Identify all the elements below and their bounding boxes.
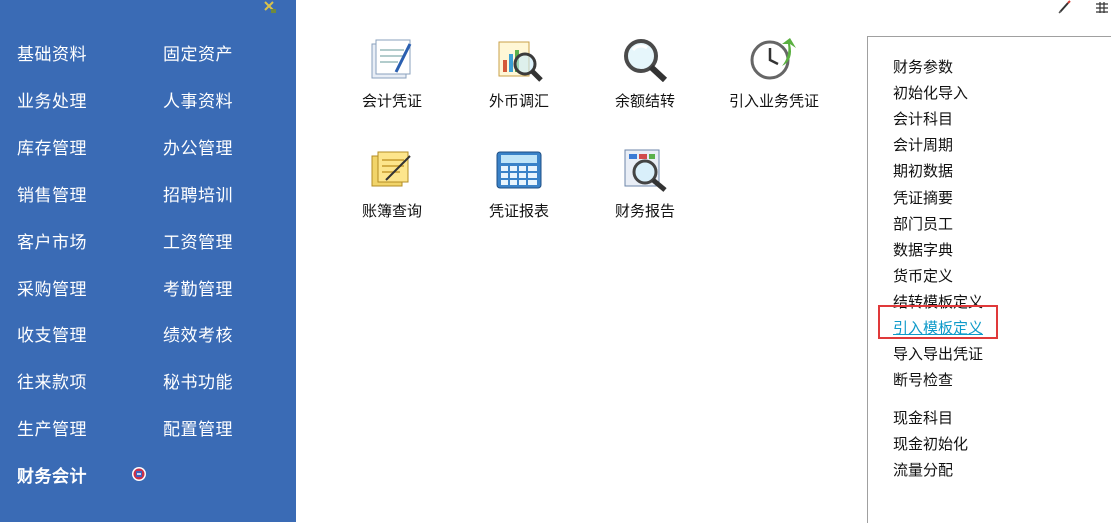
currency-search-icon (498, 41, 543, 82)
settings-link-panel: 财务参数 初始化导入 会计科目 会计周期 期初数据 凭证摘要 部门员工 数据字典 货币定义 结转模… (867, 36, 1111, 523)
ledger-icon (371, 151, 411, 187)
app-tile[interactable]: 财务报告 (585, 146, 705, 221)
highlight-box (878, 305, 998, 339)
nav-item[interactable]: 财务会计 (17, 466, 87, 488)
clock-arrow-icon (750, 38, 796, 80)
nav-item[interactable]: 工资管理 (163, 232, 233, 254)
grid-icon[interactable] (1092, 0, 1110, 14)
nav-item[interactable]: 秘书功能 (163, 372, 233, 394)
app-tile[interactable]: 外币调汇 (459, 36, 579, 111)
nav-item[interactable]: 采购管理 (17, 279, 87, 301)
nav-item[interactable]: 生产管理 (17, 419, 87, 441)
settings-link[interactable]: 部门员工 (893, 214, 953, 234)
settings-link[interactable]: 凭证摘要 (893, 188, 953, 208)
app-tile[interactable]: 会计凭证 (332, 36, 452, 111)
settings-link[interactable]: 会计周期 (893, 135, 953, 155)
cash-link[interactable]: 现金科目 (893, 408, 953, 428)
nav-item[interactable]: 销售管理 (17, 185, 87, 207)
nav-item[interactable]: 业务处理 (17, 91, 87, 113)
settings-link[interactable]: 货币定义 (893, 266, 953, 286)
nav-item[interactable]: 人事资料 (163, 91, 233, 113)
settings-link[interactable]: 财务参数 (893, 57, 953, 77)
left-nav-panel: 基础资料业务处理库存管理销售管理客户市场采购管理收支管理往来款项生产管理财务会计… (0, 0, 296, 522)
tile-label: 账簿查询 (361, 202, 422, 220)
app-tile[interactable]: 凭证报表 (459, 146, 579, 221)
magnifier-icon (624, 39, 668, 83)
app-tile[interactable]: 余额结转 (585, 36, 705, 111)
app-tile[interactable]: 引入业务凭证 (714, 36, 834, 111)
report-search-icon (624, 149, 667, 192)
nav-item[interactable]: 配置管理 (163, 419, 233, 441)
nav-item[interactable]: 库存管理 (17, 138, 87, 160)
tile-label: 财务报告 (614, 202, 675, 220)
nav-item[interactable]: 招聘培训 (163, 185, 233, 207)
collapse-icon[interactable] (131, 466, 147, 482)
settings-link[interactable]: 数据字典 (893, 240, 953, 260)
nav-item[interactable]: 基础资料 (17, 44, 87, 66)
nav-item[interactable]: 客户市场 (17, 232, 87, 254)
nav-item[interactable]: 办公管理 (163, 138, 233, 160)
settings-link[interactable]: 导入导出凭证 (893, 344, 983, 364)
nav-item[interactable]: 收支管理 (17, 325, 87, 347)
tile-label: 引入业务凭证 (728, 92, 819, 110)
settings-link[interactable]: 会计科目 (893, 109, 953, 129)
settings-link[interactable]: 初始化导入 (893, 83, 968, 103)
calculator-icon (496, 151, 542, 189)
nav-item[interactable]: 考勤管理 (163, 279, 233, 301)
cash-link[interactable]: 现金初始化 (893, 434, 968, 454)
edit-icon[interactable] (1056, 0, 1074, 14)
tile-label: 外币调汇 (488, 92, 549, 110)
cash-link[interactable]: 流量分配 (893, 460, 953, 480)
nav-item[interactable]: 绩效考核 (163, 325, 233, 347)
settings-link[interactable]: 断号检查 (893, 370, 953, 390)
tile-label: 余额结转 (614, 92, 675, 110)
nav-item[interactable]: 固定资产 (163, 44, 233, 66)
voucher-icon (371, 39, 412, 79)
nav-item[interactable]: 往来款项 (17, 372, 87, 394)
tile-label: 凭证报表 (488, 202, 549, 220)
tile-label: 会计凭证 (361, 92, 422, 110)
pin-icon[interactable] (262, 0, 278, 14)
settings-link[interactable]: 期初数据 (893, 161, 953, 181)
app-tile[interactable]: 账簿查询 (332, 146, 452, 221)
